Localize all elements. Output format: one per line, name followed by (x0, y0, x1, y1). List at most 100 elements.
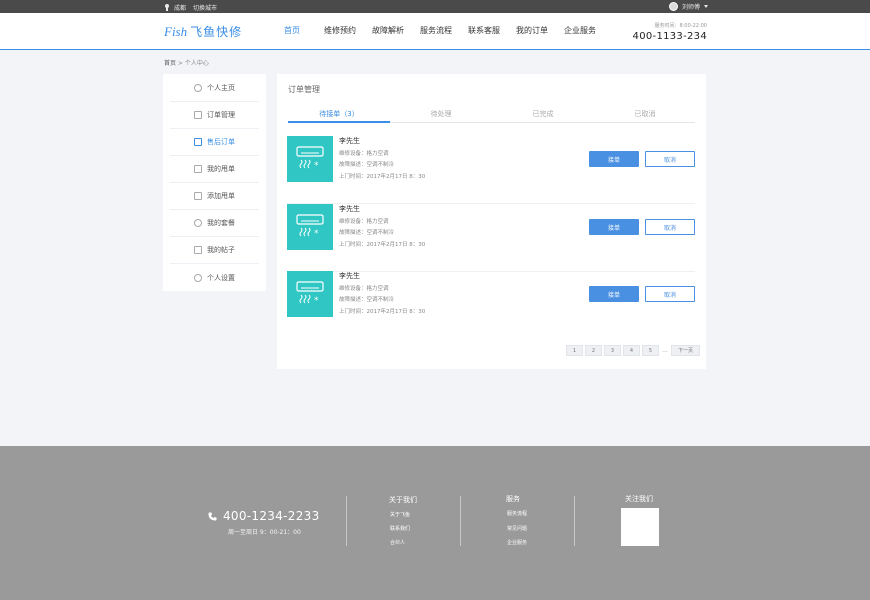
next-page-button[interactable]: 下一页 (671, 345, 700, 356)
breadcrumb-home[interactable]: 首页 (164, 60, 176, 67)
gear-icon (194, 273, 202, 282)
cancel-order-button[interactable]: 取消 (645, 286, 695, 302)
footer-link-contact[interactable]: 联系我们 (390, 525, 410, 532)
post-icon (194, 246, 202, 254)
order-item: * 李先生 维修设备：格力空调 故障描述：空调不制冷 上门时间：2017年2月1… (287, 136, 695, 204)
sidebar-item-label: 我的套餐 (207, 219, 235, 227)
sidebar-item-order-management[interactable]: 订单管理 (170, 102, 259, 129)
logo[interactable]: Fish 飞鱼快修 (164, 23, 242, 40)
location-pin-icon (164, 4, 170, 11)
qr-code (621, 508, 659, 546)
accept-order-button[interactable]: 接单 (589, 286, 639, 302)
add-document-icon (194, 192, 202, 200)
page-3-button[interactable]: 3 (604, 345, 621, 356)
sidebar-item-my-posts[interactable]: 我的帖子 (170, 237, 259, 264)
footer-divider (346, 496, 347, 546)
accept-order-button[interactable]: 接单 (589, 151, 639, 167)
main-nav: 首页 维修预约 故障解析 服务流程 联系客服 我的订单 企业服务 (268, 25, 604, 36)
order-item: * 李先生 维修设备：格力空调 故障描述：空调不制冷 上门时间：2017年2月1… (287, 204, 695, 272)
sidebar-item-my-packages[interactable]: 我的套餐 (170, 210, 259, 237)
header: Fish 飞鱼快修 首页 维修预约 故障解析 服务流程 联系客服 我的订单 企业… (0, 13, 870, 50)
top-bar: 成都 切换城市 刘师傅 (0, 0, 870, 13)
footer-divider (574, 496, 575, 546)
footer-hours: 周一至周日 9：00-21：00 (228, 529, 301, 536)
footer-link-enterprise[interactable]: 企业服务 (507, 539, 527, 546)
footer-about-title: 关于我们 (389, 496, 417, 504)
sidebar: 个人主页 订单管理 售后订单 我的甩单 添加甩单 我的套餐 我的帖子 个人设置 (163, 74, 266, 291)
user-icon (194, 84, 202, 92)
tab-pending-process[interactable]: 待处理 (390, 109, 492, 119)
air-conditioner-icon: * (287, 271, 333, 317)
package-icon (194, 219, 202, 227)
footer: 400-1234-2233 周一至周日 9：00-21：00 关于我们 关于飞鱼… (0, 446, 870, 600)
air-conditioner-icon: * (287, 204, 333, 250)
footer-phone: 400-1234-2233 (208, 509, 320, 523)
customer-name: 李先生 (339, 205, 360, 213)
order-panel: 订单管理 待接单（3） 待处理 已完成 已取消 * 李先生 维修设备：格力空调 … (277, 74, 706, 369)
tab-completed[interactable]: 已完成 (492, 109, 594, 119)
sidebar-item-label: 我的帖子 (207, 246, 235, 254)
cancel-order-button[interactable]: 取消 (645, 151, 695, 167)
order-item: * 李先生 维修设备：格力空调 故障描述：空调不制冷 上门时间：2017年2月1… (287, 271, 695, 339)
footer-service-title: 服务 (506, 495, 520, 503)
svg-text:*: * (314, 229, 319, 239)
fault-description: 故障描述：空调不制冷 (339, 297, 395, 303)
nav-enterprise[interactable]: 企业服务 (556, 25, 604, 36)
phone-icon (208, 511, 217, 521)
visit-time: 上门时间：2017年2月17日 8：30 (339, 242, 426, 248)
sidebar-item-label: 添加甩单 (207, 192, 235, 200)
nav-repair-booking[interactable]: 维修预约 (316, 25, 364, 36)
user-menu[interactable]: 刘师傅 (668, 2, 708, 11)
visit-time: 上门时间：2017年2月17日 8：30 (339, 174, 426, 180)
sidebar-item-label: 订单管理 (207, 111, 235, 119)
sidebar-item-my-transfers[interactable]: 我的甩单 (170, 156, 259, 183)
page-2-button[interactable]: 2 (585, 345, 602, 356)
pagination: 1 2 3 4 5 … 下一页 (566, 345, 700, 356)
sidebar-item-add-transfer[interactable]: 添加甩单 (170, 183, 259, 210)
footer-link-faq[interactable]: 常见问题 (507, 525, 527, 532)
sidebar-item-after-sales[interactable]: 售后订单 (170, 129, 259, 156)
device-info: 维修设备：格力空调 (339, 219, 389, 225)
nav-my-orders[interactable]: 我的订单 (508, 25, 556, 36)
sidebar-item-profile-home[interactable]: 个人主页 (170, 75, 259, 102)
breadcrumb-separator: > (176, 60, 185, 67)
tab-pending-accept[interactable]: 待接单（3） (288, 109, 390, 119)
hotline-number: 400-1133-234 (632, 31, 707, 42)
footer-link-partner[interactable]: 合伙人 (390, 539, 405, 546)
customer-name: 李先生 (339, 272, 360, 280)
tab-cancelled[interactable]: 已取消 (594, 109, 696, 119)
page-5-button[interactable]: 5 (642, 345, 659, 356)
page-1-button[interactable]: 1 (566, 345, 583, 356)
nav-home[interactable]: 首页 (268, 25, 316, 36)
accept-order-button[interactable]: 接单 (589, 219, 639, 235)
cancel-order-button[interactable]: 取消 (645, 219, 695, 235)
footer-link-about[interactable]: 关于飞鱼 (390, 511, 410, 518)
device-info: 维修设备：格力空调 (339, 286, 389, 292)
page-4-button[interactable]: 4 (623, 345, 640, 356)
switch-city-link[interactable]: 切换城市 (193, 3, 217, 12)
panel-title: 订单管理 (288, 85, 320, 94)
device-info: 维修设备：格力空调 (339, 151, 389, 157)
sidebar-item-settings[interactable]: 个人设置 (170, 264, 259, 291)
location-area: 成都 切换城市 (164, 3, 217, 12)
fault-description: 故障描述：空调不制冷 (339, 162, 395, 168)
footer-divider (460, 496, 461, 546)
svg-text:*: * (314, 161, 319, 171)
service-time: 服务时间：8:00-22:00 (654, 23, 707, 29)
order-tabs: 待接单（3） 待处理 已完成 已取消 (288, 106, 695, 123)
footer-phone-number: 400-1234-2233 (223, 509, 320, 523)
pagination-ellipsis: … (662, 347, 668, 354)
footer-link-process[interactable]: 服务流程 (507, 510, 527, 517)
chevron-down-icon (704, 5, 708, 8)
nav-service-process[interactable]: 服务流程 (412, 25, 460, 36)
nav-contact-support[interactable]: 联系客服 (460, 25, 508, 36)
sidebar-item-label: 个人设置 (207, 273, 235, 282)
logo-cn: 飞鱼快修 (190, 25, 243, 39)
sidebar-item-label: 我的甩单 (207, 165, 235, 173)
breadcrumb: 首页 > 个人中心 (164, 58, 209, 67)
nav-fault-analysis[interactable]: 故障解析 (364, 25, 412, 36)
list-icon (194, 165, 202, 173)
fault-description: 故障描述：空调不制冷 (339, 230, 395, 236)
customer-name: 李先生 (339, 137, 360, 145)
clipboard-icon (194, 111, 202, 119)
